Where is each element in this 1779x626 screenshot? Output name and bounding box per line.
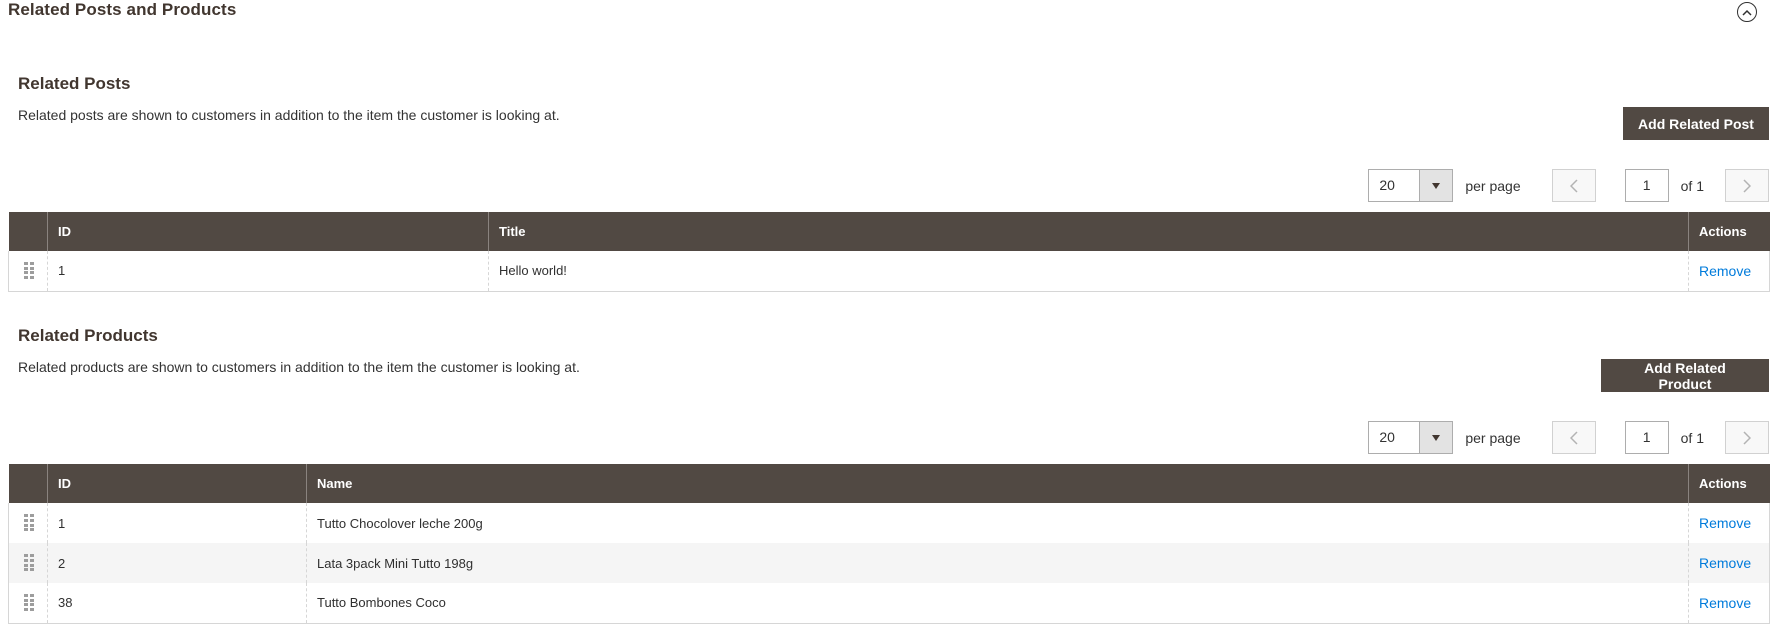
page-number-input[interactable]: 1 (1624, 169, 1669, 202)
chevron-left-icon (1569, 178, 1578, 193)
related-posts-title: Related Posts (18, 74, 131, 93)
per-page-label: per page (1465, 429, 1521, 446)
add-related-post-button[interactable]: Add Related Post (1623, 107, 1769, 140)
id-cell: 2 (47, 543, 307, 583)
related-products-title: Related Products (18, 326, 158, 345)
table-row: 1 Tutto Chocolover leche 200g Remove (8, 503, 1770, 543)
table-header-row: ID Title Actions (8, 212, 1770, 251)
actions-cell: Remove (1688, 543, 1770, 583)
actions-cell: Remove (1688, 583, 1770, 623)
chevron-right-icon (1743, 430, 1751, 445)
next-page-button[interactable] (1725, 169, 1769, 202)
chevron-right-icon (1743, 178, 1751, 193)
column-header-name[interactable]: Name (306, 464, 1689, 503)
column-header-id[interactable]: ID (47, 212, 489, 251)
next-page-button[interactable] (1725, 421, 1769, 454)
total-pages-label: of 1 (1680, 177, 1704, 194)
drag-cell[interactable] (8, 583, 48, 623)
table-header-row: ID Name Actions (8, 464, 1770, 503)
related-posts-pager: 20 per page 1 of 1 (1368, 169, 1769, 202)
total-pages-label: of 1 (1680, 429, 1704, 446)
page-number-input[interactable]: 1 (1624, 421, 1669, 454)
related-products-description: Related products are shown to customers … (18, 359, 580, 375)
drag-cell[interactable] (8, 543, 48, 583)
table-row: 38 Tutto Bombones Coco Remove (8, 583, 1770, 623)
remove-link[interactable]: Remove (1699, 515, 1751, 531)
drag-handle-icon[interactable] (24, 514, 34, 532)
related-products-table: ID Name Actions 1 Tutto Chocolover leche… (8, 464, 1770, 624)
drag-column-header (8, 464, 48, 503)
per-page-select[interactable]: 20 (1368, 421, 1454, 454)
remove-link[interactable]: Remove (1699, 595, 1751, 611)
name-cell: Lata 3pack Mini Tutto 198g (306, 543, 1689, 583)
table-row: 2 Lata 3pack Mini Tutto 198g Remove (8, 543, 1770, 583)
actions-cell: Remove (1688, 503, 1770, 543)
per-page-select[interactable]: 20 (1368, 169, 1454, 202)
related-products-pager: 20 per page 1 of 1 (1368, 421, 1769, 454)
drag-handle-icon[interactable] (24, 593, 34, 612)
drag-cell[interactable] (8, 503, 48, 543)
column-header-actions: Actions (1688, 464, 1770, 503)
column-header-title[interactable]: Title (488, 212, 1689, 251)
name-cell: Tutto Chocolover leche 200g (306, 503, 1689, 543)
add-related-product-button[interactable]: Add Related Product (1601, 359, 1769, 392)
per-page-value: 20 (1379, 177, 1395, 193)
id-cell: 1 (47, 503, 307, 543)
column-header-actions: Actions (1688, 212, 1770, 251)
dropdown-arrow-icon[interactable] (1419, 170, 1453, 201)
related-posts-description: Related posts are shown to customers in … (18, 107, 560, 123)
id-cell: 38 (47, 583, 307, 623)
name-cell: Tutto Bombones Coco (306, 583, 1689, 623)
drag-column-header (8, 212, 48, 251)
drag-handle-icon[interactable] (24, 554, 34, 572)
chevron-left-icon (1569, 430, 1578, 445)
remove-link[interactable]: Remove (1699, 555, 1751, 571)
per-page-value: 20 (1379, 429, 1395, 445)
dropdown-arrow-icon[interactable] (1419, 422, 1453, 453)
per-page-label: per page (1465, 177, 1521, 194)
prev-page-button[interactable] (1551, 421, 1596, 454)
column-header-id[interactable]: ID (47, 464, 307, 503)
related-products-block: Related Products Related products are sh… (8, 252, 1770, 626)
related-posts-block: Related Posts Related posts are shown to… (8, 0, 1770, 291)
prev-page-button[interactable] (1551, 169, 1596, 202)
